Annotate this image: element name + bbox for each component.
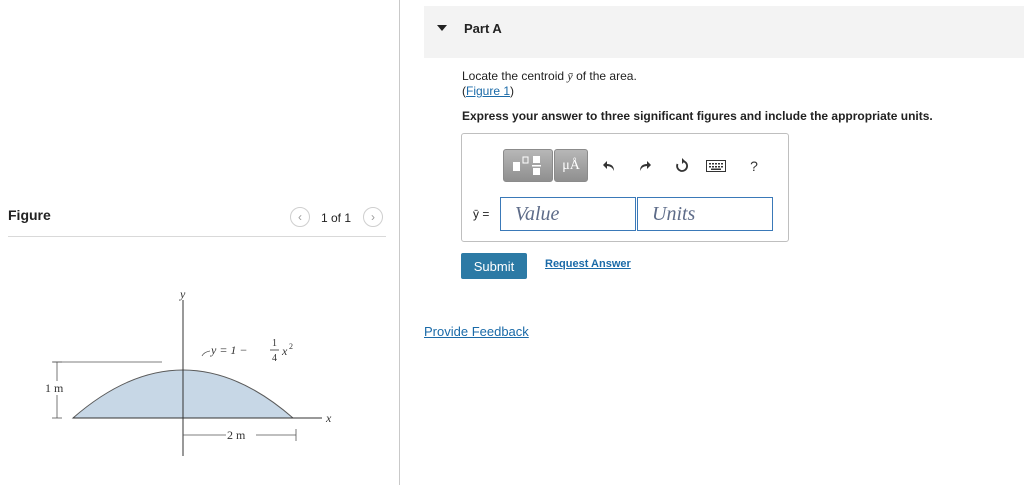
submit-button[interactable]: Submit [461,253,527,279]
keyboard-icon[interactable] [705,155,727,177]
part-header[interactable] [424,6,1024,58]
width-label: 2 m [227,428,246,442]
figure-panel: Figure ‹ 1 of 1 › y x 1 m 2 m y = 1 − 1 … [0,0,399,485]
redo-icon[interactable] [634,155,656,177]
curve-equation-denominator: 4 [272,353,277,364]
reset-icon[interactable] [671,155,693,177]
centroid-diagram: y x 1 m 2 m y = 1 − 1 4 x 2 [44,287,332,456]
chevron-left-icon[interactable]: ‹ [290,207,310,227]
answer-label: ȳ = [473,207,490,221]
provide-feedback-link[interactable]: Provide Feedback [424,324,529,339]
units-button[interactable]: μÅ [554,149,588,182]
request-answer-link[interactable]: Request Answer [545,258,631,270]
curve-equation-variable: x [281,344,288,358]
figure-title: Figure [8,207,51,223]
equation-leader [201,350,211,357]
x-axis-label: x [325,411,332,425]
curve-equation-numerator: 1 [272,338,277,349]
figure-divider [8,236,386,237]
curve-equation-power: 2 [289,342,293,351]
question-text: Locate the centroid ȳ of the area. [462,69,637,83]
template-icon[interactable] [503,149,553,182]
help-icon[interactable]: ? [743,155,765,177]
part-title[interactable]: Part A [464,21,502,36]
figure-link[interactable]: Figure 1 [466,84,510,98]
y-axis-label: y [179,287,186,301]
height-label: 1 m [45,381,64,395]
figure-link-line: (Figure 1) [462,84,515,98]
curve-equation-lhs: y = 1 − [210,343,248,357]
chevron-right-icon[interactable]: › [363,207,383,227]
value-input[interactable] [500,197,636,231]
undo-icon[interactable] [598,155,620,177]
units-input[interactable] [637,197,773,231]
figure-pager-text: 1 of 1 [321,211,352,225]
instruction-text: Express your answer to three significant… [462,109,933,123]
caret-down-icon[interactable] [437,25,447,31]
panel-divider [399,0,400,485]
